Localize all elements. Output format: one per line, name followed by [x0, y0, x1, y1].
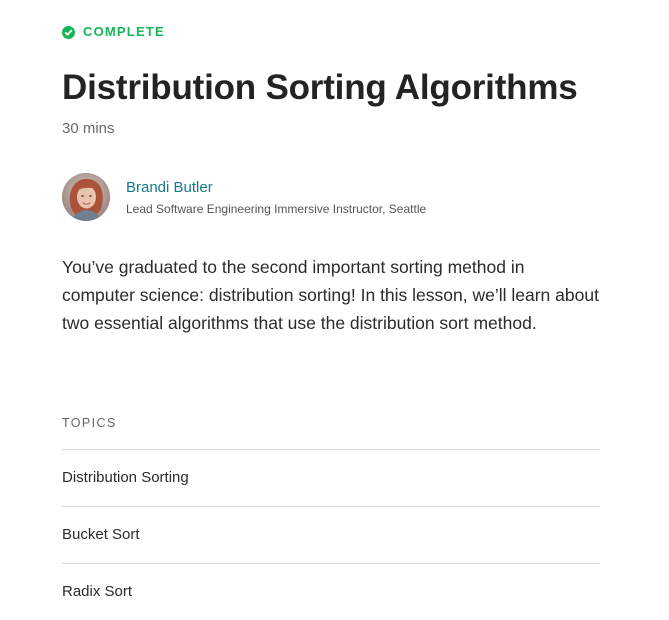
lesson-description: You’ve graduated to the second important… [62, 257, 599, 333]
author-name-link[interactable]: Brandi Butler [126, 178, 213, 198]
status-badge: COMPLETE [62, 24, 165, 40]
lesson-duration: 30 mins [62, 120, 115, 137]
topics-list: Distribution Sorting Bucket Sort Radix S… [62, 449, 600, 620]
topic-label: Distribution Sorting [62, 469, 189, 486]
topic-item-bucket-sort[interactable]: Bucket Sort [62, 506, 600, 563]
author-role: Lead Software Engineering Immersive Inst… [126, 202, 427, 216]
topic-item-distribution-sorting[interactable]: Distribution Sorting [62, 449, 600, 506]
author-card: Brandi Butler Lead Software Engineering … [62, 173, 600, 221]
topic-label: Radix Sort [62, 583, 133, 600]
check-circle-icon [62, 25, 75, 39]
topic-label: Bucket Sort [62, 526, 140, 543]
avatar[interactable] [62, 173, 110, 221]
topic-item-radix-sort[interactable]: Radix Sort [62, 563, 600, 620]
status-label: COMPLETE [83, 24, 165, 39]
page-title: Distribution Sorting Algorithms [62, 68, 578, 107]
topics-heading: TOPICS [62, 416, 117, 430]
